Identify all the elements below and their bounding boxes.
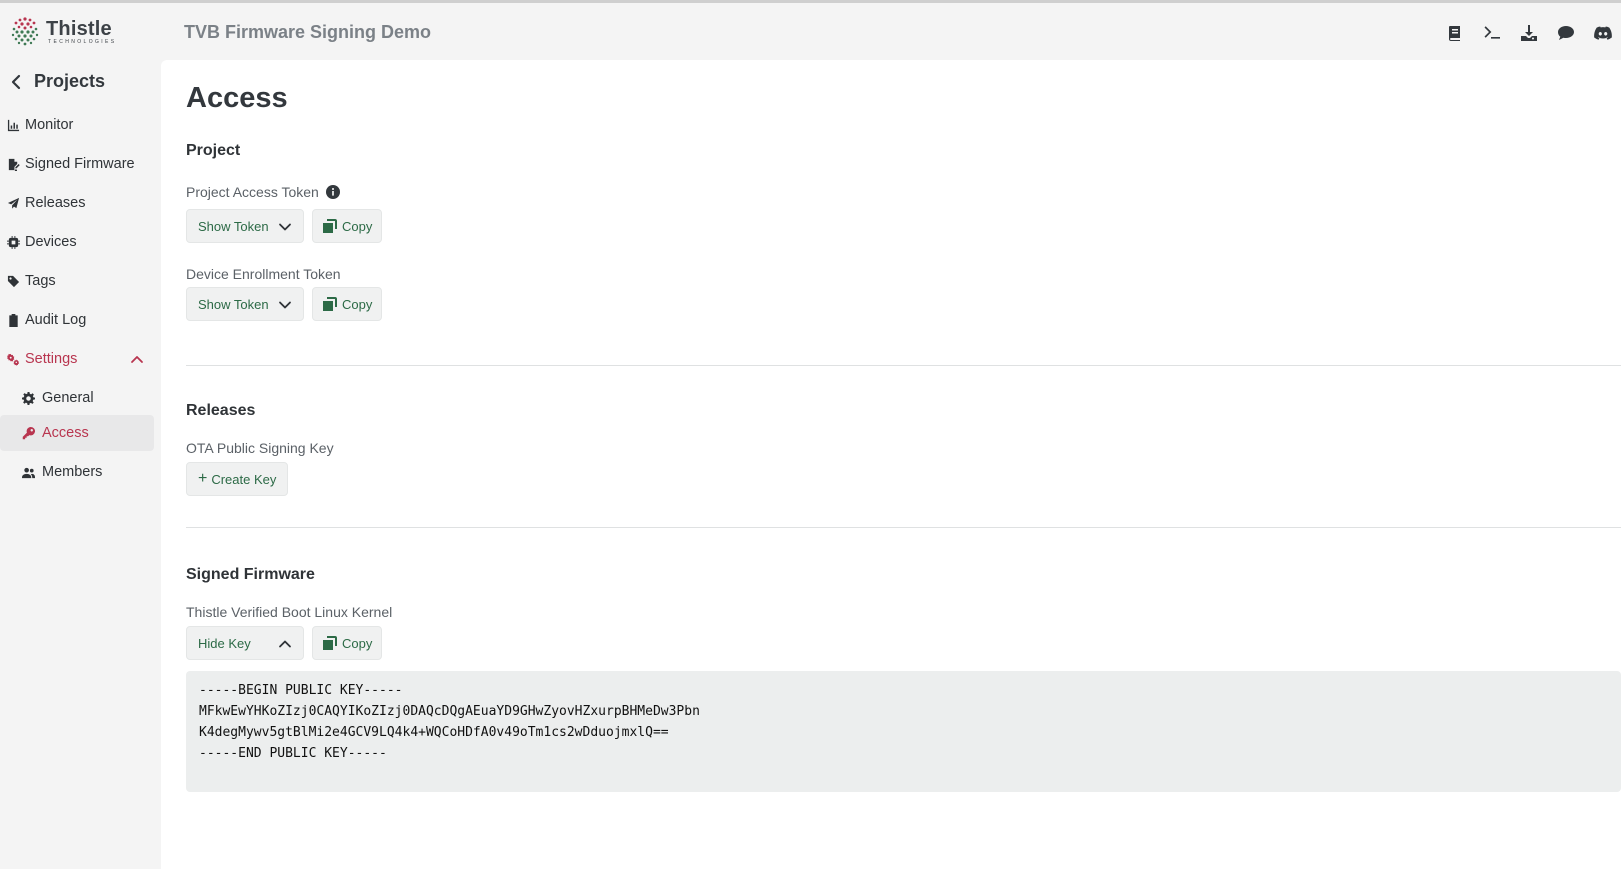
gear-icon: [21, 391, 35, 405]
copy-icon: [323, 636, 337, 650]
sidebar-item-releases[interactable]: Releases: [0, 185, 154, 221]
show-enrollment-token-button[interactable]: Show Token: [186, 287, 304, 321]
copy-enrollment-token-button[interactable]: Copy: [312, 287, 382, 321]
chart-icon: [6, 118, 20, 132]
ota-signing-key-label: OTA Public Signing Key: [186, 440, 334, 456]
chat-icon[interactable]: [1556, 23, 1576, 43]
chevron-up-icon: [279, 640, 291, 648]
chevron-down-icon: [279, 223, 291, 231]
discord-icon[interactable]: [1593, 23, 1613, 43]
project-access-token-label: Project Access Token: [186, 184, 340, 200]
users-icon: [21, 465, 35, 479]
thistle-logo-icon: [11, 17, 39, 46]
sidebar-item-signed-firmware[interactable]: Signed Firmware: [0, 146, 154, 182]
terminal-icon[interactable]: [1482, 23, 1502, 43]
copy-public-key-button[interactable]: Copy: [312, 626, 382, 660]
create-key-button[interactable]: + Create Key: [186, 462, 288, 496]
sidebar-item-label: Tags: [25, 273, 56, 289]
back-label: Projects: [34, 71, 106, 91]
section-heading-releases: Releases: [186, 402, 256, 419]
field-label-text: Thistle Verified Boot Linux Kernel: [186, 604, 393, 620]
brand-logo[interactable]: Thistle TECHNOLOGIES: [8, 15, 117, 49]
chip-icon: [6, 235, 20, 249]
button-label: Copy: [342, 635, 373, 651]
hide-key-button[interactable]: Hide Key: [186, 626, 304, 660]
show-project-token-button[interactable]: Show Token: [186, 209, 304, 243]
clipboard-icon: [6, 313, 20, 327]
copy-project-token-button[interactable]: Copy: [312, 209, 382, 243]
plus-icon: +: [198, 470, 208, 487]
app-header: Thistle TECHNOLOGIES TVB Firmware Signin…: [0, 3, 1621, 60]
project-title: TVB Firmware Signing Demo: [184, 22, 432, 42]
sidebar-item-label: Access: [42, 425, 89, 441]
main-content: Access Project Project Access Token Show…: [161, 60, 1621, 869]
file-signature-icon: [6, 157, 20, 171]
gears-icon: [6, 352, 20, 366]
chevron-down-icon: [279, 301, 291, 309]
sidebar-item-label: Monitor: [25, 117, 74, 133]
tag-icon: [6, 274, 20, 288]
button-label: Copy: [342, 218, 373, 234]
button-label: Show Token: [198, 218, 269, 234]
field-label-text: Project Access Token: [186, 184, 319, 200]
field-label-text: Device Enrollment Token: [186, 266, 341, 282]
device-enrollment-token-label: Device Enrollment Token: [186, 266, 341, 282]
sidebar-item-label: Members: [42, 464, 103, 480]
sidebar-item-access[interactable]: Access: [0, 415, 154, 451]
key-icon: [21, 426, 35, 440]
copy-icon: [323, 219, 337, 233]
section-heading-project: Project: [186, 142, 241, 159]
public-key-display[interactable]: -----BEGIN PUBLIC KEY----- MFkwEwYHKoZIz…: [186, 671, 1621, 792]
button-label: Show Token: [198, 296, 269, 312]
brand-subtitle: TECHNOLOGIES: [48, 38, 117, 45]
book-icon[interactable]: [1445, 23, 1465, 43]
download-icon[interactable]: [1519, 23, 1539, 43]
button-label: Create Key: [211, 471, 277, 487]
section-divider: [186, 527, 1621, 528]
sidebar-item-devices[interactable]: Devices: [0, 224, 154, 260]
sidebar-item-audit-log[interactable]: Audit Log: [0, 302, 154, 338]
section-divider: [186, 365, 1621, 366]
sidebar-item-label: Releases: [25, 195, 86, 211]
sidebar-item-label: Signed Firmware: [25, 156, 135, 172]
info-icon[interactable]: [325, 185, 340, 199]
field-label-text: OTA Public Signing Key: [186, 440, 334, 456]
brand-name: Thistle: [46, 17, 112, 40]
sidebar: Projects Monitor Signed Firmware Release…: [0, 60, 160, 869]
button-label: Copy: [342, 296, 373, 312]
sidebar-item-members[interactable]: Members: [0, 454, 154, 490]
sidebar-item-settings[interactable]: Settings: [0, 341, 154, 377]
sidebar-item-general[interactable]: General: [0, 380, 154, 416]
copy-icon: [323, 297, 337, 311]
sidebar-item-tags[interactable]: Tags: [0, 263, 154, 299]
page-title: Access: [186, 82, 288, 114]
sidebar-item-label: Settings: [25, 351, 78, 367]
section-heading-signed-firmware: Signed Firmware: [186, 566, 315, 583]
chevron-left-icon: [11, 74, 21, 89]
sidebar-item-monitor[interactable]: Monitor: [0, 107, 154, 143]
header-actions: [1445, 23, 1613, 43]
paper-plane-icon: [6, 196, 20, 210]
sidebar-item-label: Audit Log: [25, 312, 87, 328]
tvb-kernel-key-label: Thistle Verified Boot Linux Kernel: [186, 604, 392, 620]
button-label: Hide Key: [198, 635, 251, 651]
sidebar-item-label: Devices: [25, 234, 77, 250]
chevron-up-icon: [131, 356, 143, 363]
back-to-projects[interactable]: Projects: [8, 71, 105, 92]
sidebar-item-label: General: [42, 390, 94, 406]
